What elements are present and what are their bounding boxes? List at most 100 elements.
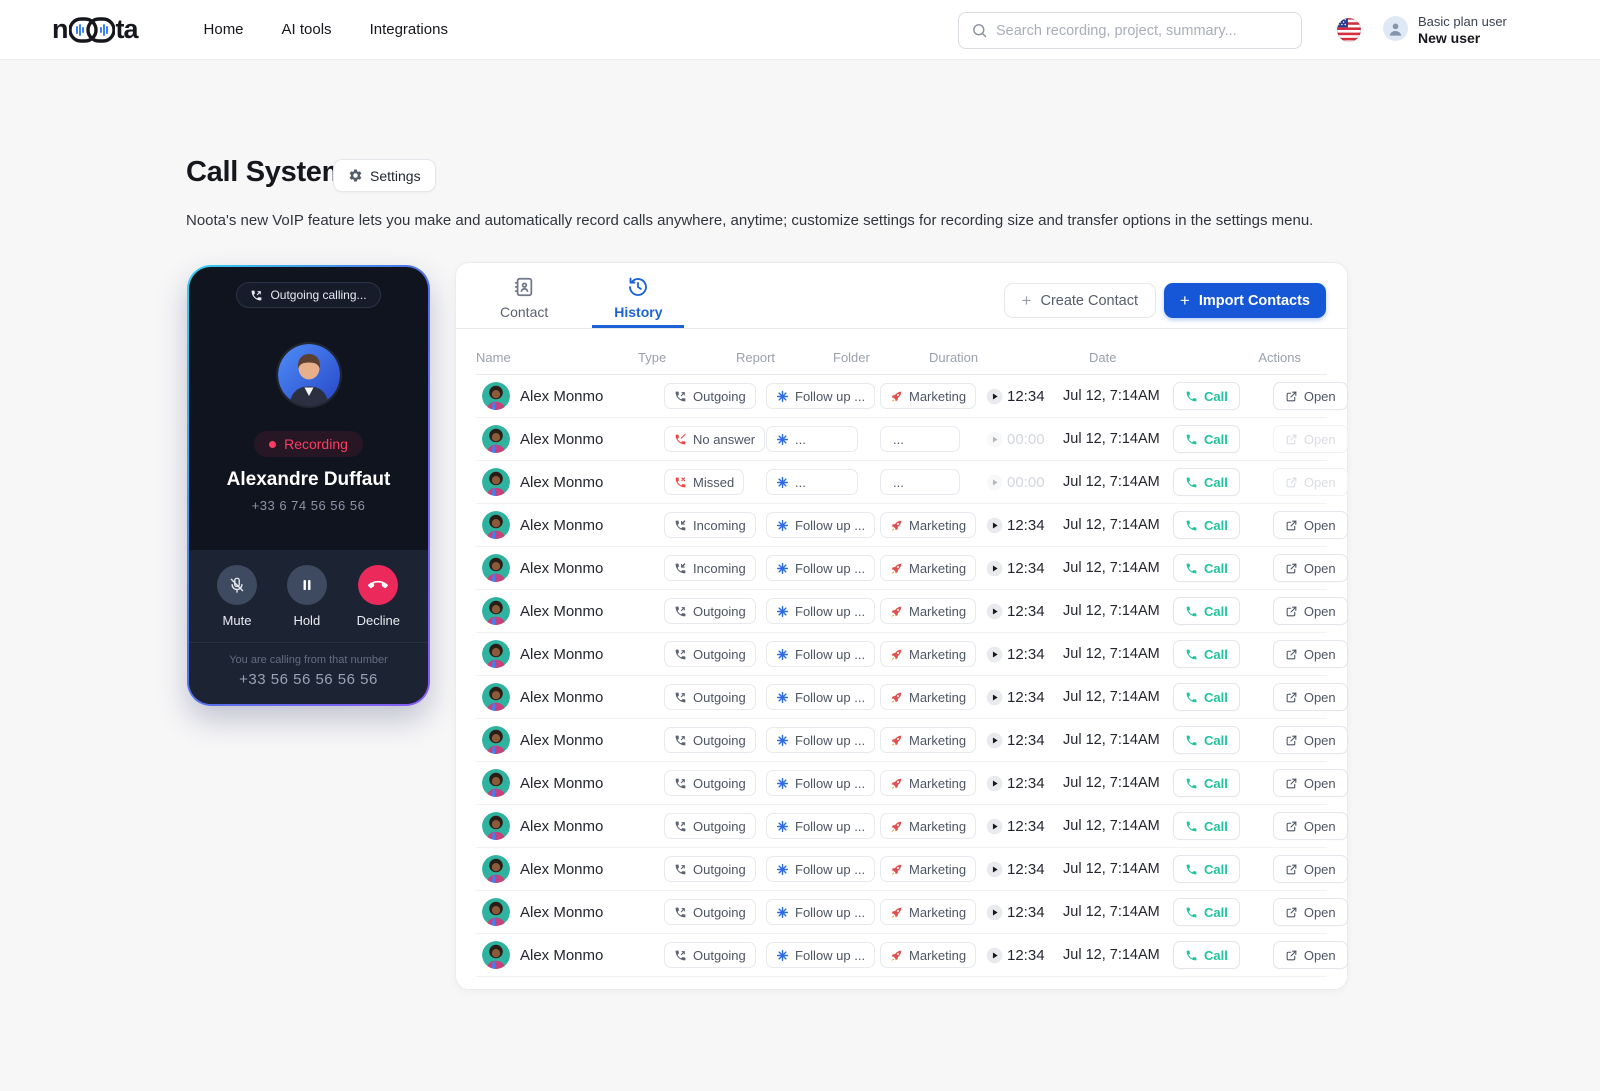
- folder-badge[interactable]: ...: [880, 426, 960, 452]
- contact-name: Alex Monmo: [520, 602, 604, 620]
- hold-button[interactable]: Hold: [286, 565, 327, 628]
- report-badge[interactable]: Follow up ...: [766, 813, 876, 839]
- call-button[interactable]: Call: [1173, 726, 1240, 754]
- call-button[interactable]: Call: [1173, 597, 1240, 625]
- report-badge[interactable]: Follow up ...: [766, 383, 876, 409]
- open-button[interactable]: Open: [1272, 640, 1348, 668]
- open-button[interactable]: Open: [1272, 597, 1348, 625]
- call-type-badge: Outgoing: [664, 383, 756, 409]
- user-profile[interactable]: Basic plan user New user: [1383, 14, 1507, 46]
- contact-name: Alex Monmo: [520, 774, 604, 792]
- nav-item-ai-tools[interactable]: AI tools: [282, 21, 332, 38]
- column-header-name: Name: [476, 350, 511, 365]
- folder-badge[interactable]: Marketing: [880, 684, 977, 710]
- folder-badge[interactable]: Marketing: [880, 770, 977, 796]
- call-button[interactable]: Call: [1173, 640, 1240, 668]
- open-button[interactable]: Open: [1272, 382, 1348, 410]
- folder-badge[interactable]: Marketing: [880, 383, 977, 409]
- duration-value: 12:34: [1007, 731, 1045, 749]
- duration-value: 12:34: [1007, 903, 1045, 921]
- noota-logo[interactable]: n ta: [52, 14, 139, 45]
- tab-contact[interactable]: Contact: [478, 263, 570, 328]
- open-button[interactable]: Open: [1272, 511, 1348, 539]
- play-recording-icon[interactable]: [986, 388, 1003, 405]
- play-recording-icon[interactable]: [986, 517, 1003, 534]
- report-badge[interactable]: ...: [766, 426, 858, 452]
- report-badge[interactable]: Follow up ...: [766, 727, 876, 753]
- call-button[interactable]: Call: [1173, 511, 1240, 539]
- folder-badge[interactable]: Marketing: [880, 813, 977, 839]
- open-button[interactable]: Open: [1272, 683, 1348, 711]
- contact-name: Alex Monmo: [520, 731, 604, 749]
- settings-button[interactable]: Settings: [333, 159, 436, 192]
- play-recording-icon[interactable]: [986, 474, 1003, 491]
- open-button[interactable]: Open: [1272, 812, 1348, 840]
- open-button[interactable]: Open: [1272, 425, 1348, 453]
- play-recording-icon[interactable]: [986, 431, 1003, 448]
- settings-button-label: Settings: [370, 167, 421, 184]
- call-button[interactable]: Call: [1173, 683, 1240, 711]
- date-cell: Jul 12, 7:14AM: [1063, 732, 1160, 748]
- report-badge[interactable]: Follow up ...: [766, 512, 876, 538]
- play-recording-icon[interactable]: [986, 818, 1003, 835]
- call-button[interactable]: Call: [1173, 425, 1240, 453]
- report-badge[interactable]: Follow up ...: [766, 641, 876, 667]
- folder-badge[interactable]: Marketing: [880, 641, 977, 667]
- folder-badge[interactable]: Marketing: [880, 727, 977, 753]
- contact-avatar: [482, 683, 510, 711]
- nav-item-home[interactable]: Home: [204, 21, 244, 38]
- open-button[interactable]: Open: [1272, 855, 1348, 883]
- folder-badge[interactable]: Marketing: [880, 942, 977, 968]
- report-badge[interactable]: Follow up ...: [766, 555, 876, 581]
- call-button[interactable]: Call: [1173, 468, 1240, 496]
- play-recording-icon[interactable]: [986, 861, 1003, 878]
- report-badge[interactable]: Follow up ...: [766, 942, 876, 968]
- call-button[interactable]: Call: [1173, 941, 1240, 969]
- call-button[interactable]: Call: [1173, 898, 1240, 926]
- open-button[interactable]: Open: [1272, 769, 1348, 797]
- folder-badge[interactable]: Marketing: [880, 899, 977, 925]
- open-button[interactable]: Open: [1272, 941, 1348, 969]
- call-button[interactable]: Call: [1173, 382, 1240, 410]
- play-recording-icon[interactable]: [986, 646, 1003, 663]
- folder-badge[interactable]: Marketing: [880, 555, 977, 581]
- call-button[interactable]: Call: [1173, 554, 1240, 582]
- play-recording-icon[interactable]: [986, 560, 1003, 577]
- tab-history[interactable]: History: [592, 263, 684, 328]
- mute-button[interactable]: Mute: [217, 565, 257, 628]
- language-selector[interactable]: [1336, 17, 1362, 43]
- play-recording-icon[interactable]: [986, 904, 1003, 921]
- open-button[interactable]: Open: [1272, 726, 1348, 754]
- open-button[interactable]: Open: [1272, 898, 1348, 926]
- play-recording-icon[interactable]: [986, 603, 1003, 620]
- rocket-icon: [890, 820, 903, 833]
- play-recording-icon[interactable]: [986, 689, 1003, 706]
- call-button[interactable]: Call: [1173, 855, 1240, 883]
- report-badge[interactable]: Follow up ...: [766, 598, 876, 624]
- call-button[interactable]: Call: [1173, 812, 1240, 840]
- decline-button[interactable]: Decline: [357, 565, 400, 628]
- play-recording-icon[interactable]: [986, 775, 1003, 792]
- report-badge[interactable]: ...: [766, 469, 858, 495]
- create-contact-button[interactable]: Create Contact: [1003, 283, 1156, 318]
- call-button[interactable]: Call: [1173, 769, 1240, 797]
- folder-badge[interactable]: Marketing: [880, 512, 977, 538]
- contact-book-icon: [513, 276, 535, 298]
- report-badge[interactable]: Follow up ...: [766, 899, 876, 925]
- open-button[interactable]: Open: [1272, 468, 1348, 496]
- import-contacts-button[interactable]: Import Contacts: [1163, 283, 1326, 318]
- open-button[interactable]: Open: [1272, 554, 1348, 582]
- report-badge[interactable]: Follow up ...: [766, 684, 876, 710]
- report-badge[interactable]: Follow up ...: [766, 770, 876, 796]
- play-recording-icon[interactable]: [986, 732, 1003, 749]
- sparkle-icon: [776, 605, 789, 618]
- folder-badge[interactable]: Marketing: [880, 598, 977, 624]
- search-input[interactable]: [996, 22, 1289, 39]
- nav-item-integrations[interactable]: Integrations: [370, 21, 448, 38]
- report-badge[interactable]: Follow up ...: [766, 856, 876, 882]
- duration-value: 00:00: [1007, 430, 1045, 448]
- play-recording-icon[interactable]: [986, 947, 1003, 964]
- folder-badge[interactable]: Marketing: [880, 856, 977, 882]
- phone-icon: [1186, 563, 1197, 573]
- folder-badge[interactable]: ...: [880, 469, 960, 495]
